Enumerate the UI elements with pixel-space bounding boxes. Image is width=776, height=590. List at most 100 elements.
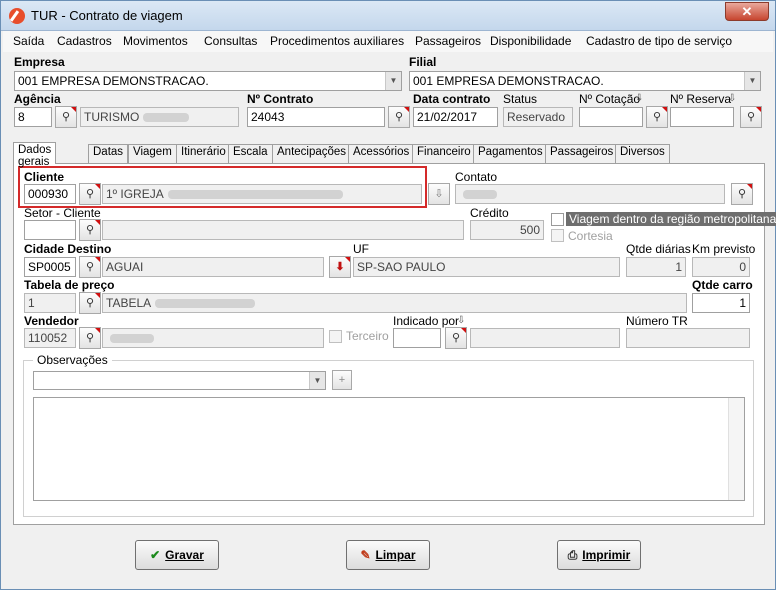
binoculars-icon: ⚲ bbox=[85, 188, 95, 200]
chevron-down-icon[interactable]: ▼ bbox=[744, 72, 760, 90]
menu-bar: Saída Cadastros Movimentos Consultas Pro… bbox=[3, 31, 773, 52]
observacoes-label: Observações bbox=[33, 353, 112, 367]
cliente-lookup-button[interactable]: ⚲ bbox=[79, 183, 101, 205]
required-marker-icon bbox=[756, 107, 761, 112]
cidade-arrow-button[interactable]: ⬇ bbox=[329, 256, 351, 278]
add-observacao-button[interactable]: + bbox=[332, 370, 352, 390]
agencia-lookup-button[interactable]: ⚲ bbox=[55, 106, 77, 128]
indicado-name-field bbox=[470, 328, 620, 348]
agencia-code-input[interactable]: 8 bbox=[14, 107, 52, 127]
tab-itinerario[interactable]: Itinerário bbox=[176, 144, 231, 163]
reserva-lookup-button[interactable]: ⚲ bbox=[740, 106, 762, 128]
required-marker-icon bbox=[71, 107, 76, 112]
indicado-code-input[interactable] bbox=[393, 328, 441, 348]
arrow-down-red-icon: ⬇ bbox=[335, 261, 345, 273]
terceiro-checkbox[interactable] bbox=[329, 330, 342, 343]
tabela-lookup-button[interactable]: ⚲ bbox=[79, 292, 101, 314]
gravar-button[interactable]: ✔ Gravar bbox=[135, 540, 219, 570]
tab-acessorios[interactable]: Acessórios bbox=[348, 144, 415, 163]
menu-passageiros[interactable]: Passageiros bbox=[415, 34, 481, 48]
setor-code-input[interactable] bbox=[24, 220, 76, 240]
uf-field: SP-SAO PAULO bbox=[353, 257, 620, 277]
binoculars-icon: ⚲ bbox=[737, 188, 747, 200]
tab-antecipacoes[interactable]: Antecipações bbox=[272, 144, 352, 163]
binoculars-icon: ⚲ bbox=[85, 261, 95, 273]
setor-lookup-button[interactable]: ⚲ bbox=[79, 219, 101, 241]
required-marker-icon bbox=[95, 293, 100, 298]
agencia-name-field: TURISMO bbox=[80, 107, 239, 127]
tab-passageiros[interactable]: Passageiros bbox=[545, 144, 619, 163]
menu-procedimentos[interactable]: Procedimentos auxiliares bbox=[270, 34, 404, 48]
status-label: Status bbox=[503, 92, 538, 106]
arrow-down-icon: ⇩ bbox=[635, 93, 644, 104]
tabela-name-field: TABELA bbox=[102, 293, 687, 313]
binoculars-icon: ⚲ bbox=[85, 224, 95, 236]
vendedor-name-field bbox=[102, 328, 324, 348]
indicado-lookup-button[interactable]: ⚲ bbox=[445, 327, 467, 349]
tab-financeiro[interactable]: Financeiro bbox=[412, 144, 476, 163]
close-button[interactable]: ✕ bbox=[725, 2, 769, 21]
contato-field bbox=[455, 184, 725, 204]
cliente-arrow-button[interactable]: ⇩ bbox=[428, 183, 450, 205]
limpar-button[interactable]: ✎ Limpar bbox=[346, 540, 430, 570]
arrow-down-outline-icon: ⇩ bbox=[434, 188, 444, 200]
km-previsto-field: 0 bbox=[692, 257, 750, 277]
reserva-label: Nº Reserva bbox=[670, 92, 732, 106]
imprimir-button[interactable]: ⎙ Imprimir bbox=[557, 540, 641, 570]
viagem-metropolitana-label[interactable]: Viagem dentro da região metropolitana bbox=[566, 212, 776, 226]
chevron-down-icon[interactable]: ▼ bbox=[385, 72, 401, 90]
cidade-code-input[interactable]: SP0005 bbox=[24, 257, 76, 277]
arrow-down-icon: ⇩ bbox=[728, 93, 737, 104]
status-field: Reservado bbox=[503, 107, 573, 127]
chevron-down-icon[interactable]: ▼ bbox=[309, 372, 325, 389]
tab-dados-gerais[interactable]: Dados gerais bbox=[13, 142, 57, 168]
cliente-name-field: 1º IGREJA bbox=[102, 184, 422, 204]
contrato-input[interactable]: 24043 bbox=[247, 107, 385, 127]
menu-cadastros[interactable]: Cadastros bbox=[57, 34, 112, 48]
vendedor-lookup-button[interactable]: ⚲ bbox=[79, 327, 101, 349]
filial-value: 001 EMPRESA DEMONSTRACAO. bbox=[413, 74, 604, 88]
cidade-label: Cidade Destino bbox=[24, 242, 112, 256]
required-marker-icon bbox=[404, 107, 409, 112]
binoculars-icon: ⚲ bbox=[746, 111, 756, 123]
cotacao-lookup-button[interactable]: ⚲ bbox=[646, 106, 668, 128]
contrato-lookup-button[interactable]: ⚲ bbox=[388, 106, 410, 128]
menu-cadastro-tipo-servico[interactable]: Cadastro de tipo de serviço bbox=[586, 34, 732, 48]
filial-select[interactable]: 001 EMPRESA DEMONSTRACAO. ▼ bbox=[409, 71, 761, 91]
binoculars-icon: ⚲ bbox=[85, 332, 95, 344]
cliente-code-input[interactable]: 000930 bbox=[24, 184, 76, 204]
title-bar: TUR - Contrato de viagem ✕ bbox=[1, 1, 775, 31]
menu-movimentos[interactable]: Movimentos bbox=[123, 34, 188, 48]
reserva-input[interactable] bbox=[670, 107, 734, 127]
menu-disponibilidade[interactable]: Disponibilidade bbox=[490, 34, 571, 48]
binoculars-icon: ⚲ bbox=[85, 297, 95, 309]
observacoes-type-select[interactable]: ▼ bbox=[33, 371, 326, 390]
qtde-carro-input[interactable]: 1 bbox=[692, 293, 750, 313]
cortesia-checkbox[interactable] bbox=[551, 229, 564, 242]
menu-saida[interactable]: Saída bbox=[13, 34, 44, 48]
cidade-lookup-button[interactable]: ⚲ bbox=[79, 256, 101, 278]
empresa-select[interactable]: 001 EMPRESA DEMONSTRACAO. ▼ bbox=[14, 71, 402, 91]
tab-pagamentos[interactable]: Pagamentos bbox=[473, 144, 548, 163]
tab-viagem[interactable]: Viagem bbox=[128, 144, 177, 163]
data-contrato-input[interactable]: 21/02/2017 bbox=[413, 107, 498, 127]
window-title: TUR - Contrato de viagem bbox=[31, 8, 183, 23]
viagem-metropolitana-checkbox[interactable] bbox=[551, 213, 564, 226]
data-contrato-value: 21/02/2017 bbox=[417, 110, 478, 124]
cliente-name-value: 1º IGREJA bbox=[106, 187, 164, 201]
observacoes-scrollbar[interactable] bbox=[728, 398, 744, 500]
required-marker-icon bbox=[747, 184, 752, 189]
tab-diversos[interactable]: Diversos bbox=[615, 144, 670, 163]
tabela-label: Tabela de preço bbox=[24, 278, 115, 292]
empresa-label: Empresa bbox=[14, 55, 65, 69]
tab-datas[interactable]: Datas bbox=[88, 144, 129, 163]
cotacao-input[interactable] bbox=[579, 107, 643, 127]
menu-consultas[interactable]: Consultas bbox=[204, 34, 257, 48]
observacoes-textarea[interactable] bbox=[33, 397, 745, 501]
required-marker-icon bbox=[95, 220, 100, 225]
contato-lookup-button[interactable]: ⚲ bbox=[731, 183, 753, 205]
tab-escala[interactable]: Escala bbox=[228, 144, 273, 163]
required-marker-icon bbox=[345, 257, 350, 262]
printer-icon: ⎙ bbox=[567, 548, 578, 562]
redacted-text bbox=[463, 190, 497, 200]
